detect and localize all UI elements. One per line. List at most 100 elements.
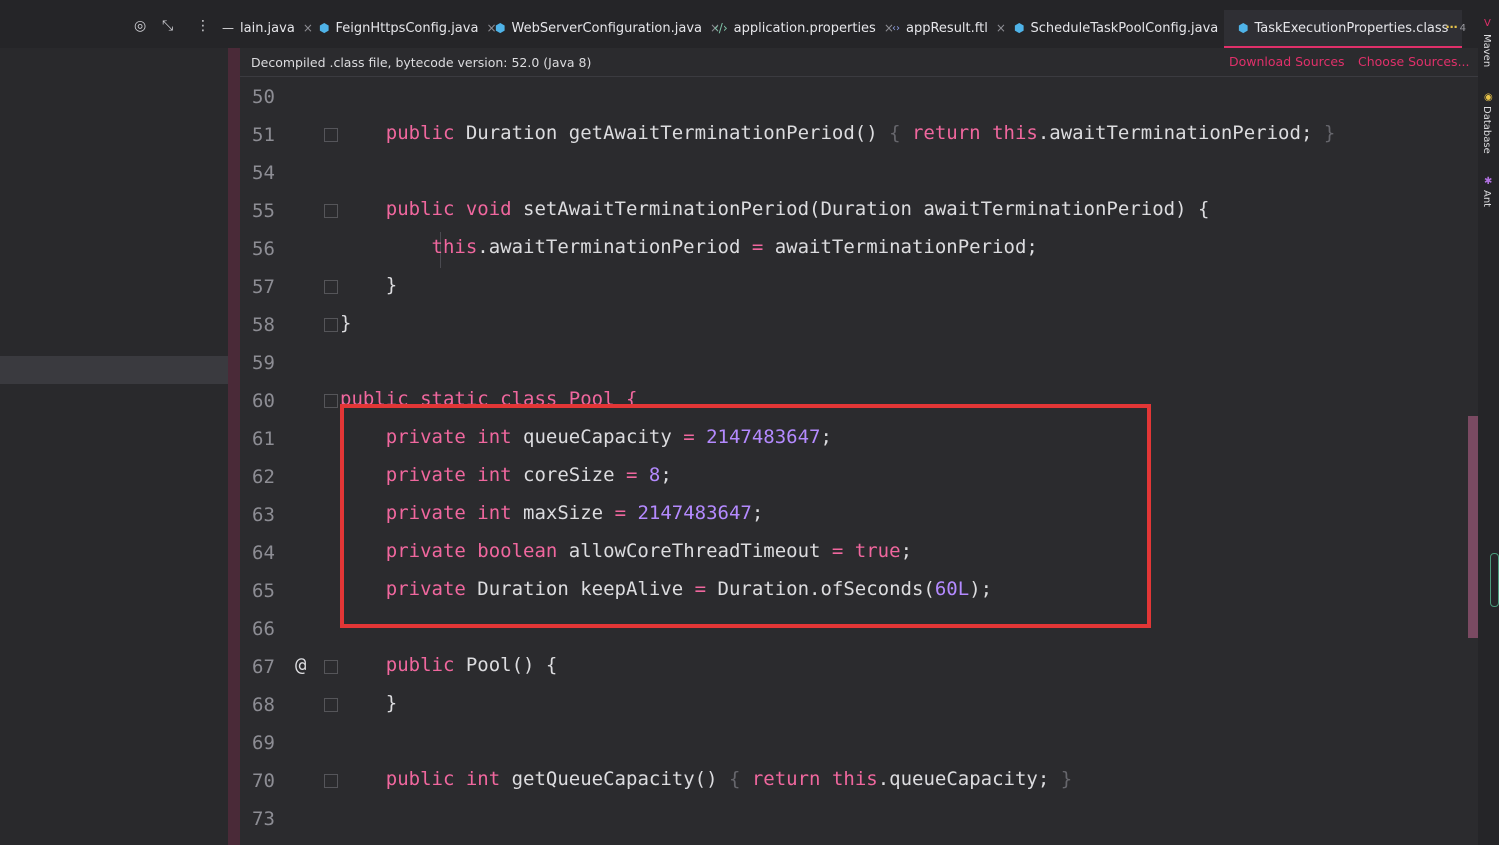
tab-schedule-task-pool-config[interactable]: ⬢ ScheduleTaskPoolConfig.java × (1014, 10, 1236, 46)
keyword: public (385, 122, 455, 144)
decompiled-banner: Decompiled .class file, bytecode version… (240, 48, 1478, 77)
tab-app-result-ftl[interactable]: ‹› appResult.ftl × (892, 10, 1006, 46)
keyword: return (900, 122, 981, 144)
tab-label: appResult.ftl (906, 20, 988, 36)
dash-icon: — (222, 21, 234, 35)
fold-brace: { (728, 768, 741, 790)
tab-label: WebServerConfiguration.java (511, 20, 702, 36)
code-line-56[interactable]: this.awaitTerminationPeriod = awaitTermi… (340, 236, 1460, 258)
sidebar-selected-row[interactable] (0, 356, 240, 384)
class-icon: ⬢ (1238, 21, 1249, 35)
maven-icon: V (1484, 18, 1491, 29)
close-icon[interactable]: × (996, 21, 1006, 35)
banner-text: Decompiled .class file, bytecode version… (251, 55, 592, 70)
line-number: 58 (252, 314, 275, 336)
class-icon: ⬢ (495, 21, 506, 35)
fold-collapse-icon[interactable] (324, 394, 338, 408)
download-sources-link[interactable]: Download Sources (1229, 54, 1345, 69)
keyword: return (740, 768, 821, 790)
target-icon[interactable]: ◎ (134, 18, 146, 34)
fold-expand-icon[interactable] (324, 128, 338, 142)
line-number: 63 (252, 504, 275, 526)
code-text: } (385, 274, 398, 296)
keyword: public (385, 654, 455, 676)
code-text: getQueueCapacity() (500, 768, 729, 790)
scrollbar-thumb[interactable] (1468, 416, 1478, 638)
code-text: Pool() { (454, 654, 558, 676)
keyword: public (385, 198, 455, 220)
operator: = (751, 236, 764, 258)
class-icon: ⬢ (319, 21, 330, 35)
tab-label: lain.java (240, 20, 295, 36)
line-number: 61 (252, 428, 275, 450)
code-line-55[interactable]: public void setAwaitTerminationPeriod(Du… (340, 198, 1460, 220)
code-line-57[interactable]: } (340, 274, 1460, 296)
code-line-70[interactable]: public int getQueueCapacity() { return t… (340, 768, 1460, 790)
keyword: void (454, 198, 512, 220)
maven-tool-button[interactable]: Maven (1481, 34, 1492, 67)
ant-tool-button[interactable]: Ant (1481, 190, 1492, 207)
keyword: int (454, 768, 501, 790)
code-line-58[interactable]: } (340, 312, 1460, 334)
code-minimap-marker[interactable] (1490, 553, 1499, 607)
class-icon: ⬢ (1014, 21, 1025, 35)
keyword: this (992, 122, 1038, 144)
fold-brace: { (889, 122, 901, 144)
fold-end-icon[interactable] (324, 280, 338, 294)
line-number: 51 (252, 124, 275, 146)
line-number: 69 (252, 732, 275, 754)
line-number: 62 (252, 466, 275, 488)
tab-task-execution-properties[interactable]: ⬢ TaskExecutionProperties.class (1224, 10, 1463, 49)
annotation-highlight-box (340, 404, 1151, 628)
collapse-icon[interactable]: ⤡ (162, 18, 173, 34)
code-line-67[interactable]: public Pool() { (340, 654, 1460, 676)
code-text: .awaitTerminationPeriod (477, 236, 752, 258)
editor-tab-bar: ◎ ⤡ ⋮ — lain.java × ⬢ FeignHttpsConfig.j… (0, 0, 1478, 49)
tab-main-java[interactable]: — lain.java × (222, 10, 313, 46)
code-line-51[interactable]: public Duration getAwaitTerminationPerio… (340, 122, 1460, 144)
line-number: 57 (252, 276, 275, 298)
line-number: 55 (252, 200, 275, 222)
code-text: .queueCapacity; (877, 768, 1061, 790)
line-number: 65 (252, 580, 275, 602)
more-vertical-icon[interactable]: ⋮ (196, 18, 210, 34)
tab-application-properties[interactable]: ‹/› application.properties × (714, 10, 894, 46)
database-tool-button[interactable]: Database (1481, 106, 1492, 154)
code-text: setAwaitTerminationPeriod(Duration await… (511, 198, 1210, 220)
keyword: this (431, 236, 478, 258)
tab-overflow-count: 4 (1459, 23, 1466, 34)
project-sidebar (0, 0, 228, 845)
tab-label: TaskExecutionProperties.class (1254, 20, 1449, 36)
line-number: 50 (252, 86, 275, 108)
database-icon: ◉ (1484, 92, 1493, 103)
fold-end-icon[interactable] (324, 318, 338, 332)
tab-overflow-button[interactable]: ⋯ 4 (1446, 20, 1466, 34)
tab-feign-https-config[interactable]: ⬢ FeignHttpsConfig.java × (319, 10, 497, 46)
line-number: 59 (252, 352, 275, 374)
properties-icon: ‹/› (714, 21, 728, 35)
ant-icon: ✱ (1484, 176, 1493, 187)
fold-collapse-icon[interactable] (324, 660, 338, 674)
code-text: } (385, 692, 398, 714)
line-number: 54 (252, 162, 275, 184)
close-icon[interactable]: × (303, 21, 313, 35)
line-number: 68 (252, 694, 275, 716)
line-number: 73 (252, 808, 275, 830)
code-text: .awaitTerminationPeriod; (1037, 122, 1324, 144)
fold-collapse-icon[interactable] (324, 204, 338, 218)
tab-web-server-configuration[interactable]: ⬢ WebServerConfiguration.java × (495, 10, 720, 46)
line-number: 70 (252, 770, 275, 792)
implementation-marker-icon[interactable]: @ (295, 654, 306, 676)
ftl-icon: ‹› (892, 22, 900, 34)
fold-expand-icon[interactable] (324, 774, 338, 788)
line-number: 56 (252, 238, 275, 260)
code-line-68[interactable]: } (340, 692, 1460, 714)
fold-brace: } (1060, 768, 1073, 790)
choose-sources-link[interactable]: Choose Sources... (1358, 54, 1470, 69)
fold-end-icon[interactable] (324, 698, 338, 712)
keyword: this (831, 768, 878, 790)
fold-brace: } (1323, 122, 1336, 144)
keyword: public (385, 768, 455, 790)
